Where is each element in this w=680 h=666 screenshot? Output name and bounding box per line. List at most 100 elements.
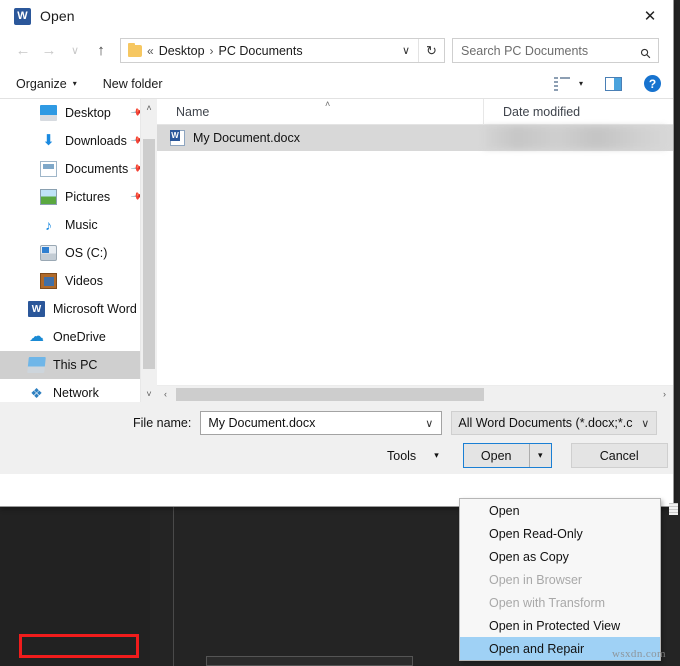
horizontal-scroll-thumb[interactable] <box>176 388 484 401</box>
back-icon[interactable]: ← <box>10 38 36 64</box>
sidebar-item-label: Music <box>65 218 98 232</box>
sidebar-item-microsoft-word[interactable]: W Microsoft Word <box>0 295 157 323</box>
watermark: wsxdn.com <box>612 648 666 660</box>
thispc-icon <box>27 357 46 373</box>
sidebar-scrollbar[interactable]: ˄ ˅ <box>140 99 157 402</box>
close-icon[interactable]: ✕ <box>627 0 673 31</box>
sidebar-item-label: Videos <box>65 274 103 288</box>
sidebar-item-this-pc[interactable]: This PC <box>0 351 157 379</box>
chevron-down-icon[interactable]: ∨ <box>425 417 441 430</box>
search-icon[interactable]: ⚲ <box>637 39 661 63</box>
sidebar-item-label: Network <box>53 386 99 400</box>
menu-item-label: Open in Protected View <box>489 619 620 633</box>
up-one-level-icon[interactable]: ↑ <box>88 38 114 64</box>
filename-row: File name: My Document.docx ∨ All Word D… <box>0 411 673 435</box>
menu-item-label: Open and Repair <box>489 642 584 656</box>
column-header-row: Name Date modified ˄ <box>157 99 673 125</box>
navigation-bar: ← → ∨ ↑ « Desktop › PC Documents ∨ ↻ Sea… <box>0 32 673 69</box>
sidebar-item-music[interactable]: ♪ Music <box>0 211 157 239</box>
word-document-icon <box>170 130 185 146</box>
pictures-icon <box>40 189 57 205</box>
recent-locations-icon[interactable]: ∨ <box>62 38 88 64</box>
documents-icon <box>40 161 57 177</box>
organize-button[interactable]: Organize ▾ <box>16 77 77 91</box>
breadcrumb-item-pc-documents[interactable]: PC Documents <box>219 44 303 58</box>
footer-button-row: Tools ▾ Open ▾ Cancel <box>0 443 673 468</box>
file-list-horizontal-scrollbar[interactable]: ‹ › <box>157 385 673 402</box>
open-dropdown-arrow-icon[interactable]: ▾ <box>530 444 551 467</box>
view-mode-icon[interactable] <box>554 77 570 90</box>
filename-input[interactable]: My Document.docx ∨ <box>200 411 442 435</box>
menu-item-label: Open with Transform <box>489 596 605 610</box>
refresh-icon[interactable]: ↻ <box>418 39 444 62</box>
breadcrumb-overflow[interactable]: « <box>147 44 154 58</box>
sidebar-item-videos[interactable]: Videos <box>0 267 157 295</box>
dialog-toolbar: Organize ▾ New folder ▾ ? <box>0 69 673 99</box>
file-type-value: All Word Documents (*.docx;*.c <box>452 416 641 430</box>
sidebar-item-network[interactable]: ❖ Network <box>0 379 157 402</box>
dialog-footer: File name: My Document.docx ∨ All Word D… <box>0 402 673 474</box>
scroll-right-icon[interactable]: › <box>656 386 673 403</box>
sidebar-item-label: Desktop <box>65 106 111 120</box>
search-input[interactable]: Search PC Documents ⚲ <box>452 38 659 63</box>
help-icon[interactable]: ? <box>644 75 661 92</box>
search-placeholder: Search PC Documents <box>453 44 640 58</box>
menu-item-open[interactable]: Open <box>460 499 660 522</box>
menu-item-label: Open Read-Only <box>489 527 583 541</box>
forward-icon[interactable]: → <box>36 38 62 64</box>
backdrop-left-strip <box>0 507 150 666</box>
file-rows: My Document.docx <box>157 125 673 385</box>
network-icon: ❖ <box>28 385 45 401</box>
sidebar-item-documents[interactable]: Documents📌 <box>0 155 157 183</box>
new-folder-button[interactable]: New folder <box>103 77 163 91</box>
navigation-sidebar: Desktop📌⬇Downloads📌Documents📌Pictures📌♪M… <box>0 99 157 402</box>
column-header-date-modified[interactable]: Date modified <box>484 99 673 125</box>
breadcrumb-separator: › <box>210 44 214 58</box>
table-row[interactable]: My Document.docx <box>157 125 673 151</box>
file-type-dropdown[interactable]: All Word Documents (*.docx;*.c ∨ <box>451 411 657 435</box>
date-modified-cell-redacted <box>484 126 666 149</box>
menu-item-open-as-copy[interactable]: Open as Copy <box>460 545 660 568</box>
organize-label: Organize <box>16 77 67 91</box>
scroll-left-icon[interactable]: ‹ <box>157 386 174 403</box>
tools-button[interactable]: Tools ▾ <box>387 449 439 463</box>
filename-label: File name: <box>133 416 191 430</box>
chevron-down-icon[interactable]: ▾ <box>579 79 583 88</box>
sidebar-item-pictures[interactable]: Pictures📌 <box>0 183 157 211</box>
desktop-icon <box>40 105 57 121</box>
file-name-cell: My Document.docx <box>193 131 300 145</box>
preview-pane-icon[interactable] <box>605 77 622 91</box>
music-icon: ♪ <box>40 217 57 233</box>
address-bar[interactable]: « Desktop › PC Documents ∨ ↻ <box>120 38 445 63</box>
sidebar-item-os-c[interactable]: OS (C:) <box>0 239 157 267</box>
breadcrumb-item-desktop[interactable]: Desktop <box>159 44 205 58</box>
cancel-button[interactable]: Cancel <box>571 443 668 468</box>
file-list-pane: Name Date modified ˄ My Document.docx ‹ … <box>157 99 673 402</box>
word-app-icon: W <box>14 8 31 25</box>
open-button[interactable]: Open <box>464 444 530 467</box>
chevron-down-icon[interactable]: ∨ <box>394 44 418 57</box>
menu-item-open-in-browser: Open in Browser <box>460 568 660 591</box>
sidebar-item-label: Downloads <box>65 134 127 148</box>
menu-item-open-in-protected-view[interactable]: Open in Protected View <box>460 614 660 637</box>
chevron-down-icon: ▾ <box>434 450 439 461</box>
word-icon: W <box>28 301 45 317</box>
sidebar-item-label: Microsoft Word <box>53 302 137 316</box>
sidebar-item-downloads[interactable]: ⬇Downloads📌 <box>0 127 157 155</box>
folder-icon <box>128 45 142 57</box>
scroll-up-icon[interactable]: ˄ <box>141 99 157 116</box>
backdrop-panel <box>206 656 413 666</box>
sidebar-scroll-thumb[interactable] <box>143 139 155 369</box>
open-split-button[interactable]: Open ▾ <box>463 443 552 468</box>
sidebar-item-label: OS (C:) <box>65 246 107 260</box>
download-icon: ⬇ <box>40 133 57 149</box>
dialog-body: Desktop📌⬇Downloads📌Documents📌Pictures📌♪M… <box>0 99 673 402</box>
menu-item-open-with-transform: Open with Transform <box>460 591 660 614</box>
sidebar-item-desktop[interactable]: Desktop📌 <box>0 99 157 127</box>
menu-item-open-read-only[interactable]: Open Read-Only <box>460 522 660 545</box>
sidebar-item-onedrive[interactable]: ☁OneDrive <box>0 323 157 351</box>
scroll-down-icon[interactable]: ˅ <box>141 385 157 402</box>
column-header-name[interactable]: Name <box>157 99 484 125</box>
open-menu-item-list: Open Open Read-Only Open as CopyOpen in Br… <box>460 499 660 660</box>
chevron-down-icon: ▾ <box>73 79 77 88</box>
